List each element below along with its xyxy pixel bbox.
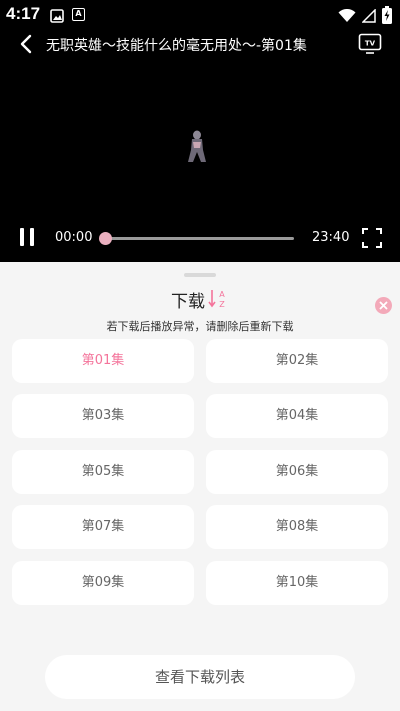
close-icon[interactable] (375, 297, 392, 314)
current-time: 00:00 (55, 230, 93, 245)
video-player[interactable]: 4:17 A 无职英雄～技能什么的毫无用处～-第01集 TV 00:00 23:… (0, 0, 400, 262)
episode-01-button[interactable]: 第01集 (12, 339, 194, 383)
status-bar: 4:17 A (0, 0, 400, 30)
episode-09-button[interactable]: 第09集 (12, 561, 194, 605)
sort-order-icon[interactable]: AZ (208, 288, 228, 310)
drag-handle[interactable] (184, 273, 216, 277)
view-download-list-button[interactable]: 查看下载列表 (45, 655, 355, 699)
svg-text:TV: TV (365, 40, 376, 48)
battery-charging-icon (382, 6, 392, 28)
duration: 23:40 (312, 230, 350, 245)
episode-05-button[interactable]: 第05集 (12, 450, 194, 494)
episode-07-button[interactable]: 第07集 (12, 505, 194, 549)
tv-cast-icon[interactable]: TV (358, 33, 382, 55)
fullscreen-icon[interactable] (362, 228, 382, 248)
progress-track[interactable] (104, 237, 294, 240)
player-controls: 00:00 23:40 (0, 222, 400, 254)
image-icon (50, 8, 64, 27)
episode-10-button[interactable]: 第10集 (206, 561, 388, 605)
video-frame-figure (186, 130, 208, 164)
wifi-icon (338, 8, 356, 27)
video-title: 无职英雄～技能什么的毫无用处～-第01集 (46, 38, 307, 54)
pause-icon[interactable] (18, 228, 38, 248)
episode-02-button[interactable]: 第02集 (206, 339, 388, 383)
status-time: 4:17 (6, 4, 41, 23)
svg-text:Z: Z (219, 300, 225, 309)
download-sheet: 下载 AZ 若下载后播放异常，请删除后重新下载 第01集 第02集 第03集 第… (0, 262, 400, 711)
signal-icon (361, 7, 376, 27)
episode-06-button[interactable]: 第06集 (206, 450, 388, 494)
progress-thumb[interactable] (99, 232, 112, 245)
back-icon[interactable] (16, 32, 38, 56)
sheet-title: 下载 (171, 292, 205, 312)
episode-08-button[interactable]: 第08集 (206, 505, 388, 549)
download-notice: 若下载后播放异常，请删除后重新下载 (106, 320, 294, 333)
a-letter-icon: A (72, 8, 85, 21)
episode-04-button[interactable]: 第04集 (206, 394, 388, 438)
episode-03-button[interactable]: 第03集 (12, 394, 194, 438)
svg-text:A: A (219, 290, 225, 299)
